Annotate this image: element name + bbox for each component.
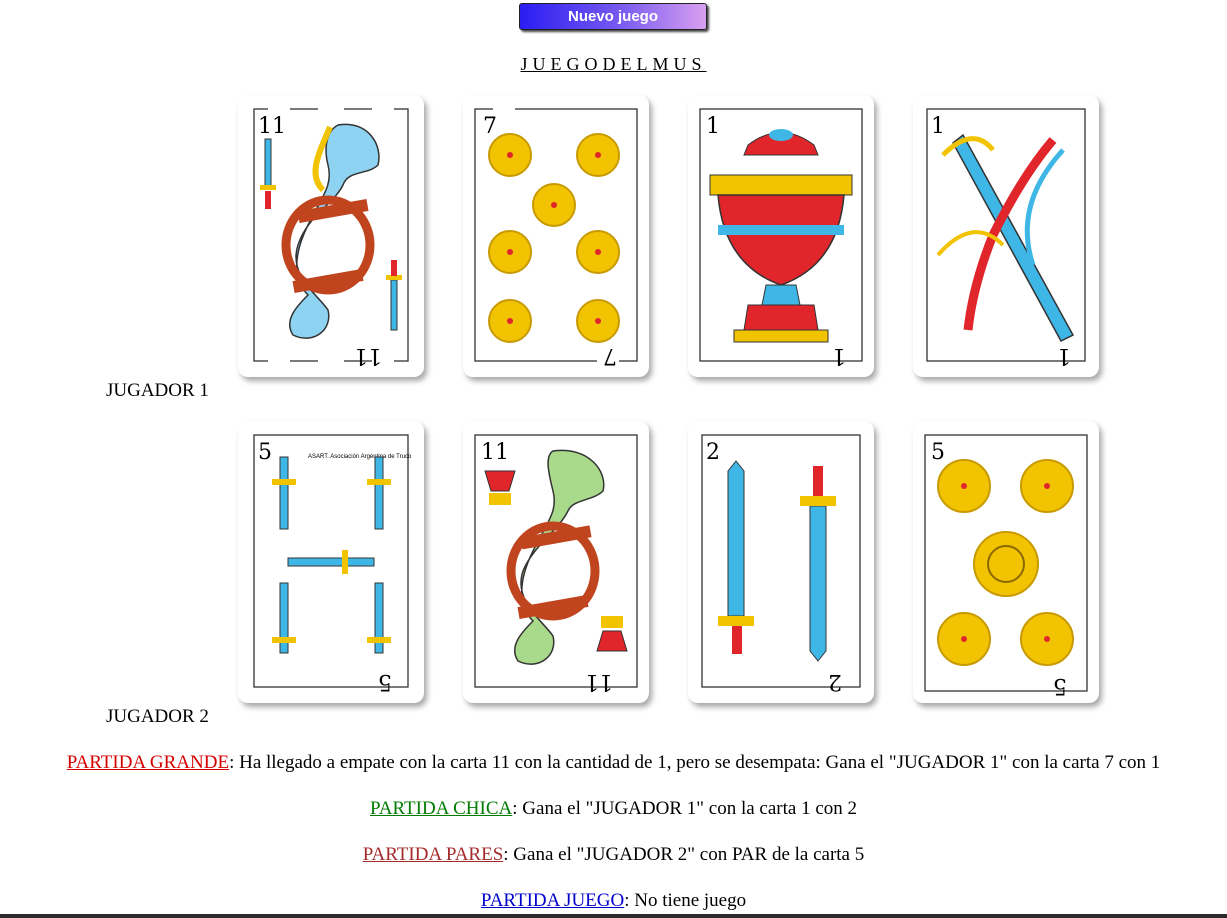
as-espadas-card-image: 1 1 — [926, 108, 1086, 368]
bottom-scrollbar[interactable] — [0, 914, 1227, 918]
dos-espadas-card-image: 2 2 — [701, 434, 861, 694]
svg-text:1: 1 — [706, 114, 720, 139]
svg-text:7: 7 — [603, 343, 617, 368]
result-grande: PARTIDA GRANDE: Ha llegado a empate con … — [0, 752, 1227, 774]
svg-text:1: 1 — [832, 343, 846, 368]
svg-text:2: 2 — [706, 440, 720, 465]
card-p2-1[interactable]: 5 5 ASART. Asociación Argentina de Truco — [238, 421, 424, 703]
svg-text:7: 7 — [483, 114, 497, 139]
partida-chica-link[interactable]: PARTIDA CHICA — [370, 798, 512, 819]
cinco-oros-card-image: 5 5 — [924, 434, 1088, 698]
svg-text:1: 1 — [931, 114, 945, 139]
partida-grande-link[interactable]: PARTIDA GRANDE — [67, 752, 229, 773]
result-pares-text: : Gana el "JUGADOR 2" con PAR de la cart… — [503, 844, 865, 865]
svg-text:ASART. Asociación Argentina de: ASART. Asociación Argentina de Truco — [308, 454, 412, 460]
partida-juego-link[interactable]: PARTIDA JUEGO — [481, 890, 624, 911]
siete-oros-card-image: 7 7 — [474, 105, 638, 368]
svg-text:5: 5 — [378, 669, 392, 694]
card-p2-2[interactable]: 11 11 — [463, 421, 649, 703]
result-pares: PARTIDA PARES: Gana el "JUGADOR 2" con P… — [0, 844, 1227, 866]
card-p1-4[interactable]: 1 1 — [913, 95, 1099, 377]
player-2-label: JUGADOR 2 — [106, 706, 209, 727]
svg-text:11: 11 — [585, 669, 613, 694]
svg-text:5: 5 — [1053, 673, 1067, 698]
new-game-button[interactable]: Nuevo juego — [519, 3, 707, 30]
svg-text:5: 5 — [931, 440, 945, 465]
caballo-copas-card-image: 11 11 — [474, 434, 638, 694]
partida-pares-link[interactable]: PARTIDA PARES — [363, 844, 504, 865]
svg-text:11: 11 — [481, 440, 509, 465]
result-grande-text: : Ha llegado a empate con la carta 11 co… — [229, 752, 1161, 773]
svg-text:11: 11 — [258, 114, 286, 139]
card-p1-3[interactable]: 1 1 — [688, 95, 874, 377]
result-juego-text: : No tiene juego — [624, 890, 747, 911]
player-1-label: JUGADOR 1 — [106, 380, 209, 401]
svg-text:5: 5 — [258, 440, 272, 465]
card-p2-4[interactable]: 5 5 — [913, 421, 1099, 703]
as-copas-card-image: 1 1 — [699, 108, 863, 368]
result-chica: PARTIDA CHICA: Gana el "JUGADOR 1" con l… — [0, 798, 1227, 820]
svg-text:11: 11 — [354, 343, 382, 368]
svg-text:1: 1 — [1057, 343, 1071, 368]
svg-text:2: 2 — [828, 669, 842, 694]
card-p2-3[interactable]: 2 2 — [688, 421, 874, 703]
page-title: JUEGODELMUS — [520, 54, 707, 74]
cinco-espadas-card-image: 5 5 ASART. Asociación Argentina de Truco — [253, 434, 412, 694]
result-chica-text: : Gana el "JUGADOR 1" con la carta 1 con… — [512, 798, 858, 819]
card-p1-2[interactable]: 7 7 — [463, 95, 649, 377]
card-p1-1[interactable]: 11 11 — [238, 95, 424, 377]
caballo-espadas-card-image: 11 11 — [253, 105, 409, 368]
result-juego: PARTIDA JUEGO: No tiene juego — [0, 890, 1227, 912]
